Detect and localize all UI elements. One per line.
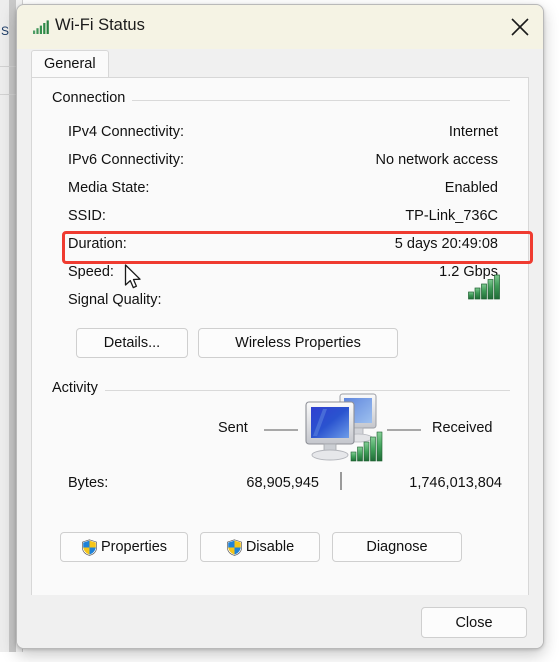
window-title: Wi-Fi Status xyxy=(55,16,145,34)
row-duration-value: 5 days 20:49:08 xyxy=(394,236,498,252)
close-button[interactable]: Close xyxy=(421,607,527,638)
properties-button[interactable]: Properties xyxy=(60,532,188,562)
two-monitors-network-icon xyxy=(300,388,388,475)
activity-group-rule xyxy=(52,390,510,391)
signal-bars-icon xyxy=(468,274,502,300)
row-signal-quality: Signal Quality: xyxy=(68,274,500,316)
wifi-status-dialog: Wi-Fi Status General Connection IPv4 Con… xyxy=(16,4,544,649)
row-ssid: SSID: TP-Link_736C xyxy=(68,208,498,232)
activity-group-header: Activity xyxy=(32,380,528,400)
activity-group: Activity xyxy=(32,380,528,400)
uac-shield-icon xyxy=(81,538,98,556)
row-duration: Duration: 5 days 20:49:08 xyxy=(68,236,498,260)
received-dash xyxy=(387,429,421,431)
bytes-sent-value: 68,905,945 xyxy=(246,475,319,491)
row-speed-label: Speed: xyxy=(68,264,114,280)
received-label: Received xyxy=(432,420,493,436)
connection-group: Connection xyxy=(32,90,528,110)
uac-shield-icon xyxy=(226,538,243,556)
row-ipv6-connectivity-value: No network access xyxy=(375,152,499,168)
sent-dash xyxy=(264,429,298,431)
disable-button-label: Disable xyxy=(245,539,295,555)
screen: S Wi-Fi Status General Connection IPv4 C… xyxy=(0,0,559,662)
row-ipv4-connectivity-value: Internet xyxy=(448,124,498,140)
row-ipv6-connectivity: IPv6 Connectivity: No network access xyxy=(68,152,498,176)
dialog-footer: Close xyxy=(17,595,543,648)
row-ssid-value: TP-Link_736C xyxy=(405,208,498,224)
row-ipv4-connectivity-label: IPv4 Connectivity: xyxy=(68,124,185,140)
close-icon xyxy=(510,17,530,37)
row-media-state: Media State: Enabled xyxy=(68,180,498,204)
diagnose-button-label: Diagnose xyxy=(366,539,428,555)
desktop-bottom-area xyxy=(0,652,559,662)
background-window-strip xyxy=(0,0,9,662)
row-media-state-value: Enabled xyxy=(444,180,498,196)
row-media-state-label: Media State: xyxy=(68,180,150,196)
background-window-text: S xyxy=(1,24,10,38)
row-ssid-label: SSID: xyxy=(68,208,106,224)
sent-label: Sent xyxy=(218,420,248,436)
row-duration-label: Duration: xyxy=(68,236,127,252)
wireless-properties-button-label: Wireless Properties xyxy=(235,335,361,351)
tab-strip: General xyxy=(17,49,543,78)
row-signal-quality-label: Signal Quality: xyxy=(68,292,162,308)
connection-group-header: Connection xyxy=(32,90,528,110)
details-button[interactable]: Details... xyxy=(76,328,188,358)
tab-general[interactable]: General xyxy=(31,50,109,78)
wireless-properties-button[interactable]: Wireless Properties xyxy=(198,328,398,358)
title-bar: Wi-Fi Status xyxy=(17,5,543,49)
bytes-label: Bytes: xyxy=(68,475,109,491)
mouse-cursor xyxy=(124,264,144,292)
general-tab-panel: Connection IPv4 Connectivity: Internet I… xyxy=(31,77,533,596)
wifi-signal-icon xyxy=(33,20,49,34)
connection-group-title: Connection xyxy=(52,90,133,106)
diagnose-button[interactable]: Diagnose xyxy=(332,532,462,562)
row-ipv6-connectivity-label: IPv6 Connectivity: xyxy=(68,152,185,168)
activity-group-title: Activity xyxy=(52,380,105,396)
properties-button-label: Properties xyxy=(100,539,168,555)
background-window-shade xyxy=(9,0,16,662)
activity-center-divider xyxy=(340,472,342,490)
row-ipv4-connectivity: IPv4 Connectivity: Internet xyxy=(68,124,498,148)
details-button-label: Details... xyxy=(103,335,161,351)
bytes-received-value: 1,746,013,804 xyxy=(409,475,502,491)
close-icon-button[interactable] xyxy=(497,5,543,49)
disable-button[interactable]: Disable xyxy=(200,532,320,562)
